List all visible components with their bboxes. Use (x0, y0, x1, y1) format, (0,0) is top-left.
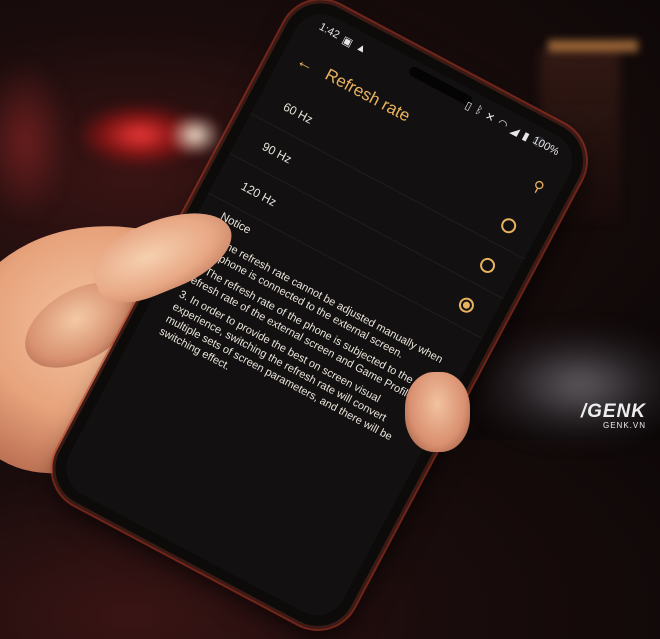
signal-icon: ◢ (508, 123, 522, 138)
bluetooth-icon: ᛒ (473, 103, 485, 118)
gallery-icon: ▣ (340, 33, 355, 50)
option-label: 90 Hz (259, 139, 295, 167)
watermark-logo: /GENK (580, 401, 646, 422)
finger (405, 372, 470, 452)
back-icon[interactable]: ← (293, 49, 318, 76)
battery-level: 100% (530, 134, 561, 159)
mute-icon: ✕ (483, 109, 497, 125)
radio-button[interactable] (498, 215, 520, 236)
phone-screen: 1:42 ▣ ▲ ▯ ᛒ ✕ ◠ ◢ ▮ 100% ← Refresh rate… (55, 3, 583, 626)
warning-icon: ▲ (353, 40, 370, 57)
battery-icon: ▮ (520, 129, 532, 144)
watermark: /GENK GENK.VN (581, 401, 646, 430)
wifi-icon: ◠ (495, 116, 510, 132)
option-label: 60 Hz (280, 99, 316, 127)
background-white-light (170, 115, 220, 155)
vibrate-icon: ▯ (463, 99, 475, 113)
radio-button-selected[interactable] (456, 294, 477, 315)
background-lamp (548, 40, 638, 52)
background-light-left (0, 60, 70, 220)
status-time: 1:42 (316, 20, 342, 42)
radio-button[interactable] (477, 254, 498, 276)
option-label: 120 Hz (238, 179, 279, 210)
